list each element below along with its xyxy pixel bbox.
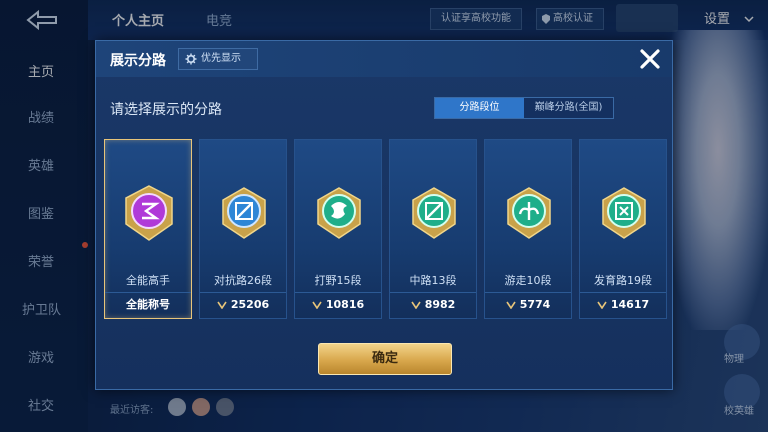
lane-card-value-row: 8982 — [390, 292, 476, 318]
lane-card-value: 8982 — [424, 298, 456, 311]
clash-lane-emblem-icon — [222, 187, 266, 239]
lane-card-label: 游走10段 — [504, 274, 552, 287]
priority-display-button[interactable]: 优先显示 — [178, 48, 258, 70]
lane-card-jungle[interactable]: 打野15段 10816 — [294, 139, 382, 319]
modal-subtitle: 请选择展示的分路 — [110, 102, 222, 118]
lane-card-roam[interactable]: 游走10段 5774 — [484, 139, 572, 319]
lane-card-farm[interactable]: 发育路19段 14617 — [579, 139, 667, 319]
tab-lane-rank[interactable]: 分路段位 — [435, 98, 524, 118]
modal-header: 展示分路 优先显示 — [96, 41, 672, 77]
rank-points-icon — [597, 301, 607, 309]
lane-card-value-row: 14617 — [580, 292, 666, 318]
lane-display-modal: 展示分路 优先显示 请选择展示的分路 分路段位 巅峰分路(全国) 全能高手 全能… — [95, 40, 673, 390]
lane-card-value: 5774 — [519, 298, 551, 311]
lane-card-label: 打野15段 — [314, 274, 362, 287]
lane-card-value: 全能称号 — [105, 292, 191, 318]
jungle-emblem-icon — [317, 187, 361, 239]
modal-title: 展示分路 — [110, 53, 166, 69]
rank-points-icon — [217, 301, 227, 309]
rank-points-icon — [411, 301, 421, 309]
lane-card-mid[interactable]: 中路13段 8982 — [389, 139, 477, 319]
lane-card-value: 14617 — [610, 298, 650, 311]
lane-card-value-row: 10816 — [295, 292, 381, 318]
gear-icon — [185, 53, 197, 65]
lane-cards: 全能高手 全能称号 对抗路26段 25206 打野15段 10816 中路13段… — [104, 139, 667, 319]
rank-points-icon — [312, 301, 322, 309]
farm-lane-emblem-icon — [602, 187, 646, 239]
lane-mode-toggle: 分路段位 巅峰分路(全国) — [434, 97, 614, 119]
lane-card-value: 25206 — [230, 298, 270, 311]
confirm-button[interactable]: 确定 — [318, 343, 452, 375]
rank-points-icon — [506, 301, 516, 309]
lane-card-clash[interactable]: 对抗路26段 25206 — [199, 139, 287, 319]
all-round-emblem-icon — [125, 185, 173, 241]
lane-card-label: 发育路19段 — [594, 274, 652, 287]
lane-card-label: 对抗路26段 — [214, 274, 272, 287]
lane-card-all-round[interactable]: 全能高手 全能称号 — [104, 139, 192, 319]
lane-card-value-row: 25206 — [200, 292, 286, 318]
close-icon[interactable] — [636, 45, 664, 73]
priority-display-label: 优先显示 — [201, 53, 241, 64]
lane-card-label: 中路13段 — [409, 274, 457, 287]
mid-lane-emblem-icon — [412, 187, 456, 239]
lane-card-value: 10816 — [325, 298, 365, 311]
lane-card-value-row: 5774 — [485, 292, 571, 318]
tab-peak-lane[interactable]: 巅峰分路(全国) — [524, 98, 613, 118]
lane-card-label: 全能高手 — [126, 274, 170, 287]
roam-emblem-icon — [507, 187, 551, 239]
